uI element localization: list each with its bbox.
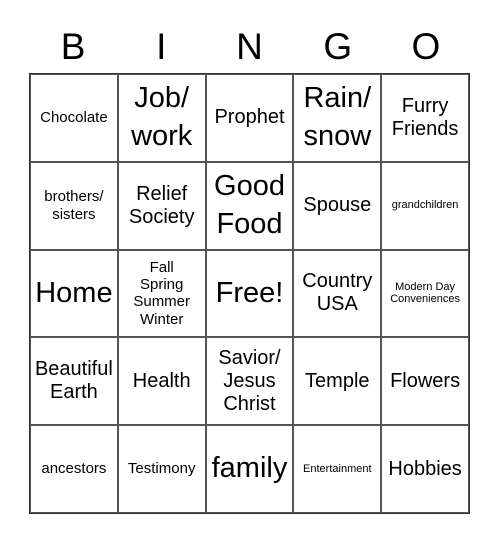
header-letter-n: N xyxy=(236,26,263,67)
bingo-cell[interactable]: Country USA xyxy=(293,249,382,338)
bingo-cell[interactable]: Modern Day Conveniences xyxy=(381,249,469,338)
bingo-cell-text: Good Food xyxy=(214,170,285,240)
bingo-cell-text: Fall Spring Summer Winter xyxy=(133,258,191,328)
bingo-cell[interactable]: Rain/ snow xyxy=(293,74,382,162)
bingo-cell-text: Relief Society xyxy=(128,182,195,228)
bingo-cell[interactable]: Health xyxy=(117,337,206,426)
bingo-cell[interactable]: Beautiful Earth xyxy=(30,337,118,426)
bingo-cell[interactable]: family xyxy=(205,425,294,513)
bingo-cell[interactable]: brothers/ sisters xyxy=(30,161,118,250)
bingo-cell[interactable]: Hobbies xyxy=(381,425,469,513)
bingo-cell[interactable]: Temple xyxy=(293,337,382,426)
bingo-cell-text: Testimony xyxy=(127,460,196,478)
header-letter-i: I xyxy=(156,26,167,67)
bingo-cell[interactable]: Job/ work xyxy=(117,74,206,162)
bingo-cell-text: Rain/ snow xyxy=(303,82,372,152)
bingo-cell-text: Flowers xyxy=(390,369,461,392)
header-letter-o: O xyxy=(411,26,441,67)
bingo-cell[interactable]: Entertainment xyxy=(293,425,382,513)
bingo-cell[interactable]: Furry Friends xyxy=(381,74,469,162)
bingo-cell[interactable]: ancestors xyxy=(30,425,118,513)
bingo-cell[interactable]: Home xyxy=(30,249,118,338)
bingo-cell[interactable]: Flowers xyxy=(381,337,469,426)
bingo-cell[interactable]: Free! xyxy=(205,249,294,338)
bingo-cell[interactable]: Chocolate xyxy=(30,74,118,162)
bingo-cell-text: Savior/ Jesus Christ xyxy=(218,346,281,415)
bingo-cell-text: ancestors xyxy=(41,460,107,478)
header-letter-g: G xyxy=(323,26,353,67)
bingo-cell-text: Beautiful Earth xyxy=(34,358,113,404)
bingo-cell-text: Free! xyxy=(215,276,284,309)
bingo-cell-text: Home xyxy=(35,276,113,309)
bingo-cell[interactable]: Spouse xyxy=(293,161,382,250)
bingo-cell-text: Spouse xyxy=(303,194,372,217)
bingo-cell-text: Hobbies xyxy=(388,457,462,480)
bingo-cell-text: Temple xyxy=(305,369,370,392)
bingo-cell-text: Job/ work xyxy=(131,82,193,152)
bingo-cell[interactable]: Fall Spring Summer Winter xyxy=(117,249,206,338)
bingo-cell[interactable]: Testimony xyxy=(117,425,206,513)
bingo-cell-text: Health xyxy=(132,369,191,392)
bingo-cell-text: Entertainment xyxy=(303,462,372,475)
bingo-cell-text: Chocolate xyxy=(40,109,108,127)
bingo-header: B I N G O xyxy=(29,24,470,70)
bingo-cell-text: brothers/ sisters xyxy=(44,188,104,223)
bingo-cell-text: Country USA xyxy=(302,270,373,316)
bingo-cell[interactable]: Savior/ Jesus Christ xyxy=(205,337,294,426)
bingo-cell[interactable]: Relief Society xyxy=(117,161,206,250)
bingo-cell-text: Furry Friends xyxy=(391,94,459,140)
bingo-cell[interactable]: Prophet xyxy=(205,74,294,162)
bingo-cell-text: Prophet xyxy=(214,106,285,129)
bingo-grid: Chocolate Job/ work Prophet Rain/ snow Furry… xyxy=(29,73,470,514)
bingo-cell-text: Modern Day Conveniences xyxy=(390,280,460,306)
header-letter-b: B xyxy=(60,26,86,67)
bingo-cell-text: family xyxy=(211,452,288,485)
bingo-cell-text: grandchildren xyxy=(391,199,459,212)
bingo-cell[interactable]: grandchildren xyxy=(381,161,469,250)
bingo-cell[interactable]: Good Food xyxy=(205,161,294,250)
